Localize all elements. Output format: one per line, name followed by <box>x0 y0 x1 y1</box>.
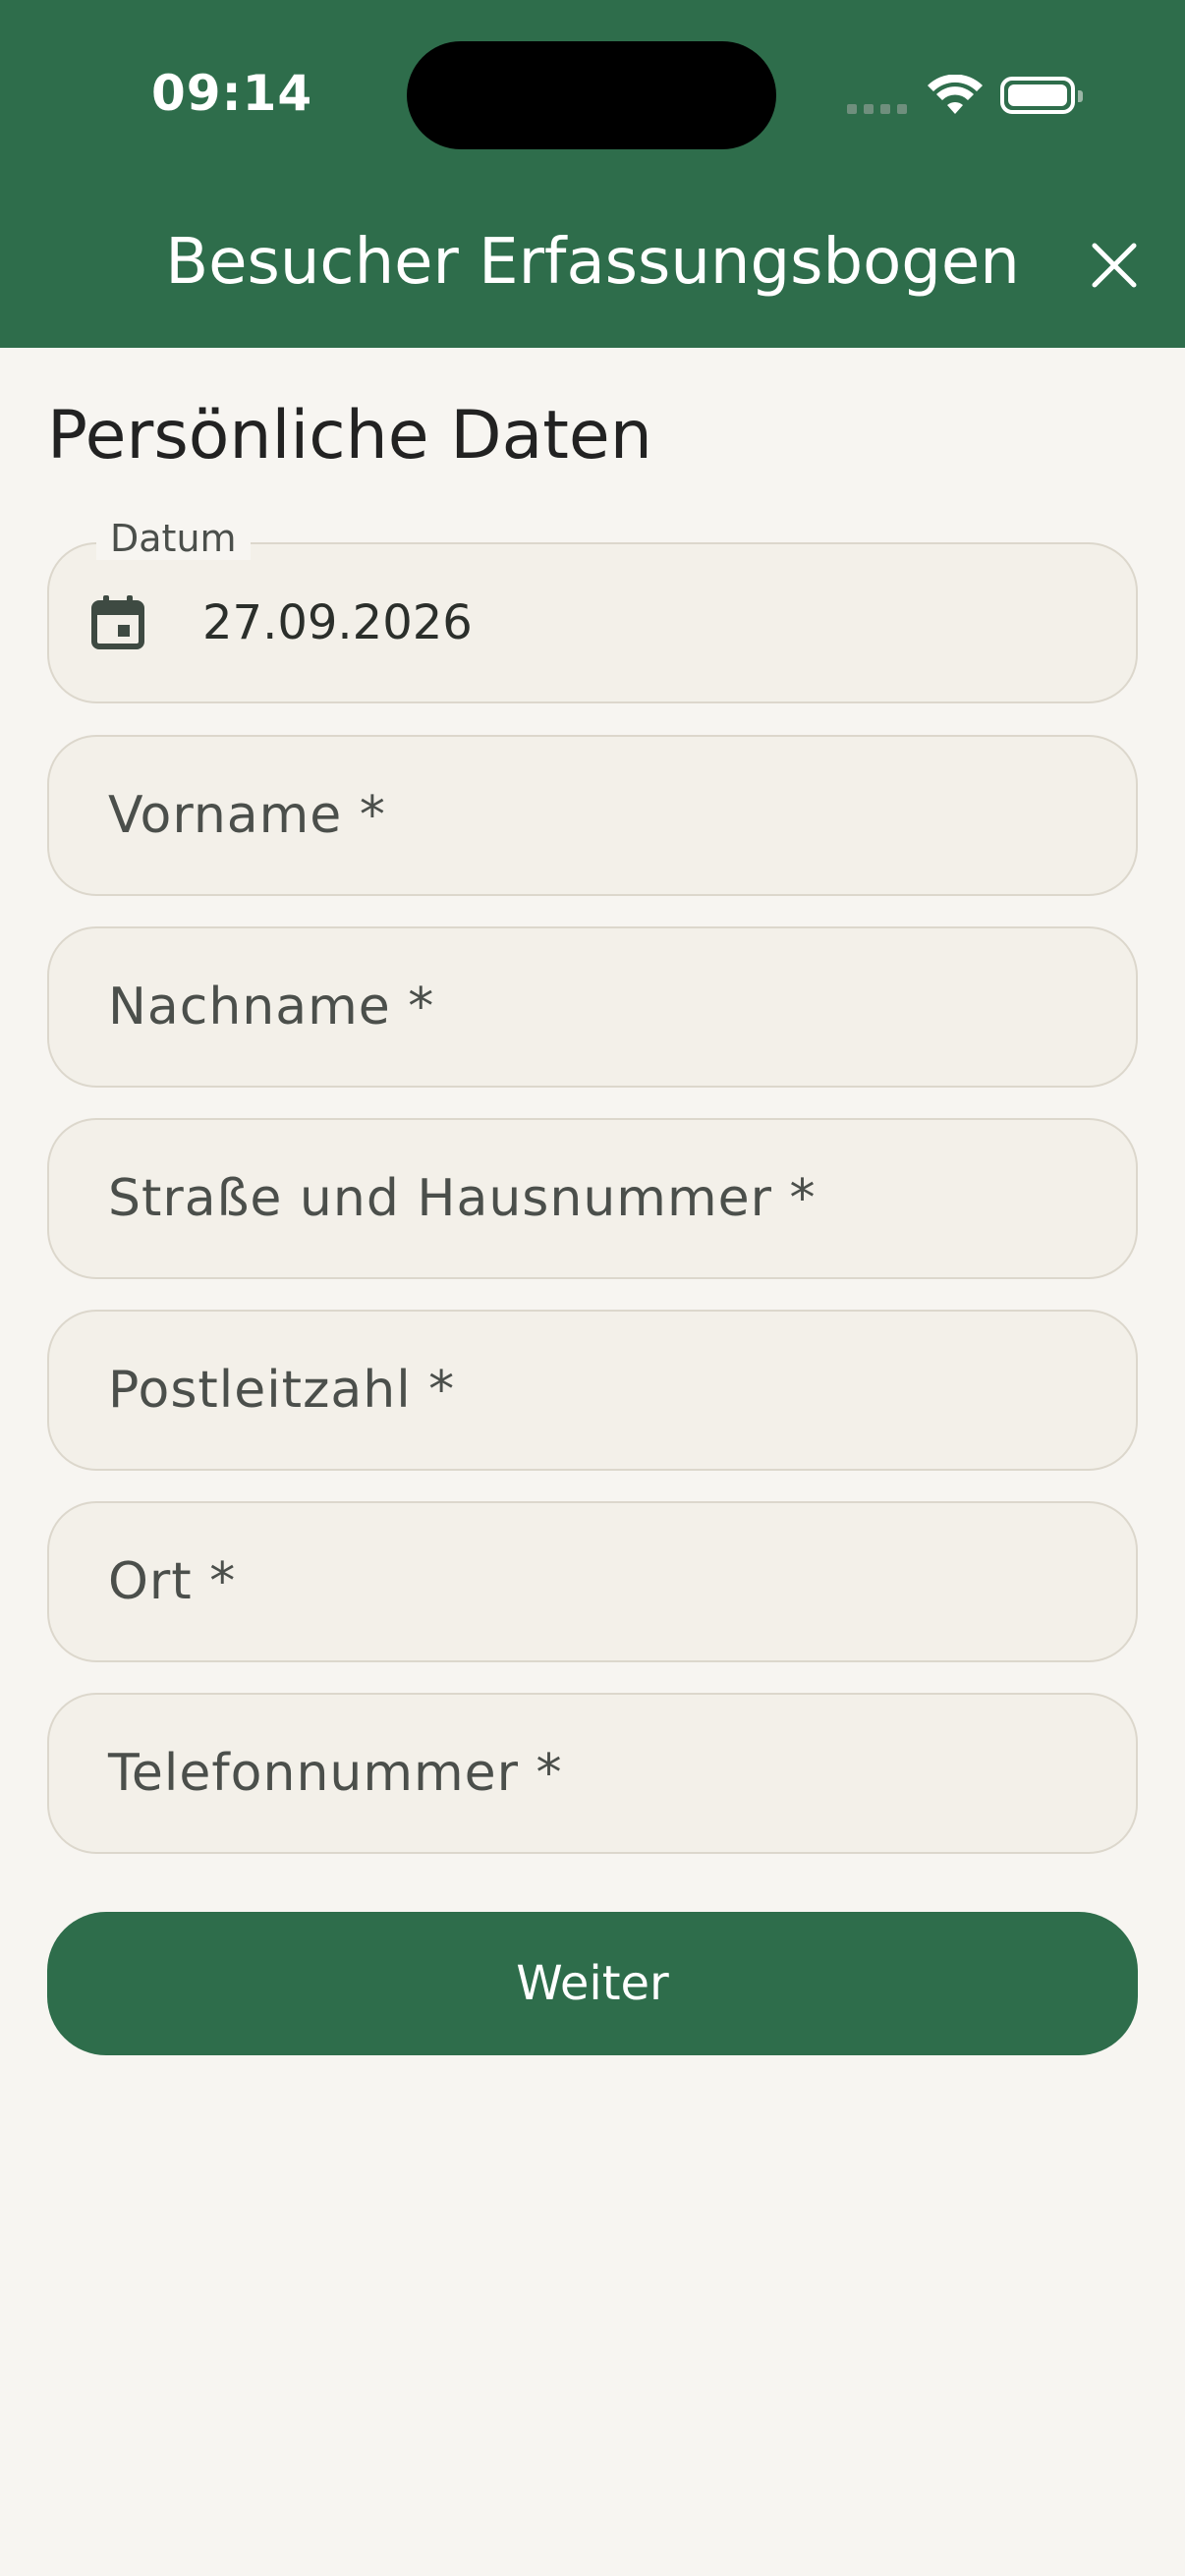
status-indicators <box>847 69 1083 124</box>
first-name-placeholder: Vorname * <box>108 786 386 845</box>
first-name-field[interactable]: Vorname * <box>47 735 1138 896</box>
app-header: 09:14 Besucher Erfassungsbogen <box>0 0 1185 348</box>
city-field[interactable]: Ort * <box>47 1501 1138 1662</box>
date-label: Datum <box>96 517 251 560</box>
date-value: 27.09.2026 <box>202 595 473 650</box>
close-icon[interactable] <box>1087 238 1142 293</box>
phone-placeholder: Telefonnummer * <box>108 1744 563 1803</box>
date-field[interactable]: Datum 27.09.2026 <box>47 517 1138 703</box>
calendar-icon <box>91 595 144 649</box>
street-field[interactable]: Straße und Hausnummer * <box>47 1118 1138 1279</box>
dynamic-island <box>407 41 776 149</box>
city-placeholder: Ort * <box>108 1552 237 1611</box>
phone-field[interactable]: Telefonnummer * <box>47 1693 1138 1854</box>
wifi-icon <box>928 75 983 114</box>
status-time: 09:14 <box>151 65 313 122</box>
postal-code-placeholder: Postleitzahl * <box>108 1361 456 1420</box>
last-name-placeholder: Nachname * <box>108 978 435 1036</box>
last-name-field[interactable]: Nachname * <box>47 926 1138 1088</box>
next-button[interactable]: Weiter <box>47 1912 1138 2055</box>
section-title: Persönliche Daten <box>47 397 652 475</box>
page-title: Besucher Erfassungsbogen <box>165 226 1020 299</box>
street-placeholder: Straße und Hausnummer * <box>108 1169 817 1228</box>
battery-icon <box>1000 77 1083 114</box>
cellular-signal-icon <box>847 104 907 114</box>
postal-code-field[interactable]: Postleitzahl * <box>47 1310 1138 1471</box>
